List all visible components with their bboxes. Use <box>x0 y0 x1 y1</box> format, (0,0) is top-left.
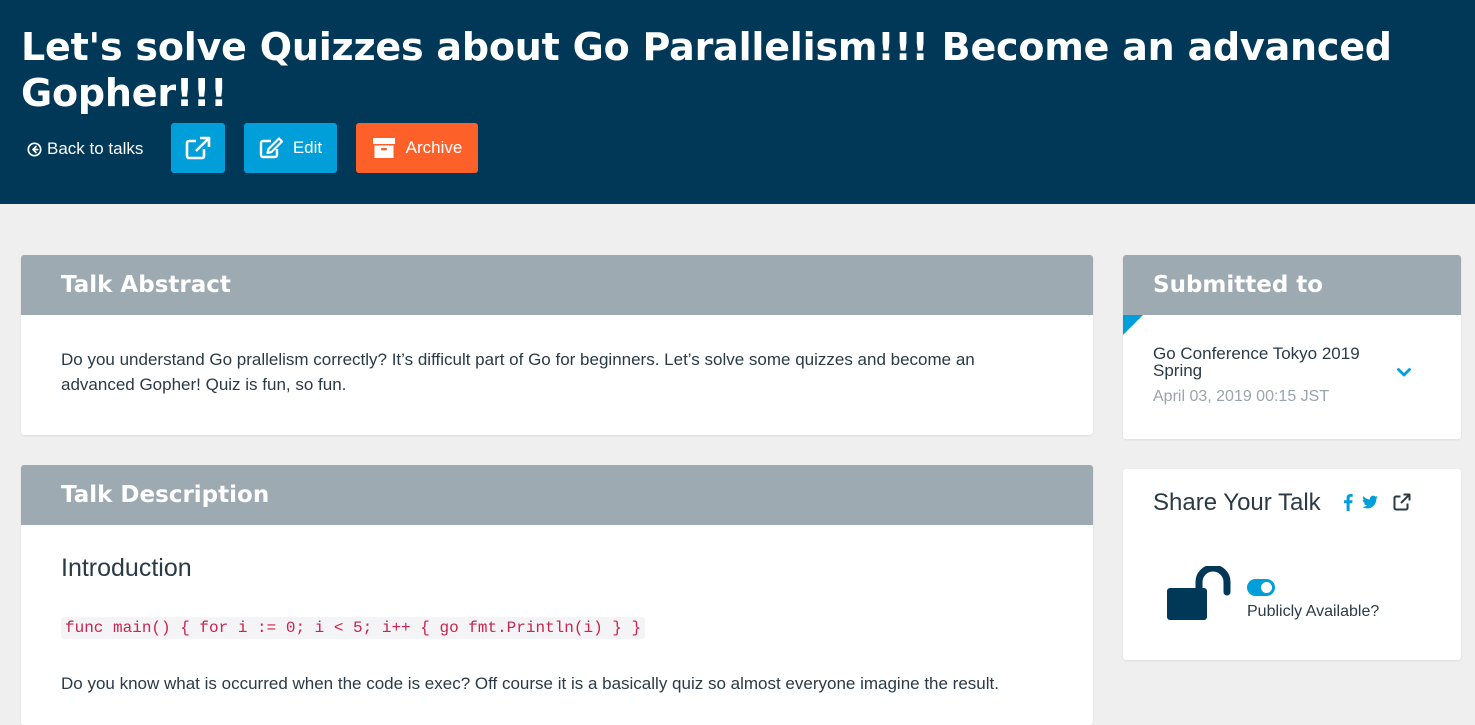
external-link-icon[interactable] <box>1393 493 1411 511</box>
talk-description-card: Talk Description Introduction func main(… <box>21 465 1093 725</box>
toggle-knob <box>1261 582 1272 593</box>
talk-abstract-card: Talk Abstract Do you understand Go prall… <box>21 255 1093 435</box>
archive-icon <box>372 138 395 158</box>
talk-abstract-text: Do you understand Go prallelism correctl… <box>61 350 975 394</box>
facebook-icon[interactable] <box>1342 493 1354 511</box>
active-corner-marker <box>1123 315 1143 335</box>
edit-label: Edit <box>292 138 323 157</box>
circle-arrow-left-icon <box>27 141 42 157</box>
description-subheading: Introduction <box>61 554 192 582</box>
submitted-to-card: Submitted to Go Conference Tokyo 2019 Sp… <box>1123 255 1461 439</box>
unlock-icon <box>1167 566 1231 620</box>
public-toggle-label: Publicly Available? <box>1247 603 1380 620</box>
page-title: Let's solve Quizzes about Go Parallelism… <box>21 25 1392 115</box>
public-toggle[interactable] <box>1247 579 1275 596</box>
talk-description-heading: Talk Description <box>21 465 1093 525</box>
page-header: Let's solve Quizzes about Go Parallelism… <box>0 0 1475 204</box>
share-title: Share Your Talk <box>1153 489 1321 516</box>
share-your-talk-card: Share Your Talk Publicly Available? <box>1123 469 1461 660</box>
archive-label: Archive <box>405 138 463 157</box>
submission-date: April 03, 2019 00:15 JST <box>1153 388 1330 405</box>
talk-abstract-heading: Talk Abstract <box>21 255 1093 315</box>
code-snippet: func main() { for i := 0; i < 5; i++ { g… <box>61 617 646 639</box>
chevron-down-icon[interactable] <box>1395 363 1413 381</box>
external-link-icon <box>185 136 211 160</box>
archive-button[interactable]: Archive <box>356 123 478 173</box>
submitted-to-heading: Submitted to <box>1123 255 1461 315</box>
back-to-talks-label: Back to talks <box>47 139 144 158</box>
conference-name[interactable]: Go Conference Tokyo 2019 Spring <box>1153 345 1393 379</box>
edit-button[interactable]: Edit <box>244 123 337 173</box>
open-talk-button[interactable] <box>171 123 225 173</box>
twitter-icon[interactable] <box>1362 494 1378 510</box>
back-to-talks-link[interactable]: Back to talks <box>27 138 143 160</box>
description-paragraph: Do you know what is occurred when the co… <box>61 674 999 693</box>
edit-icon <box>259 137 283 159</box>
